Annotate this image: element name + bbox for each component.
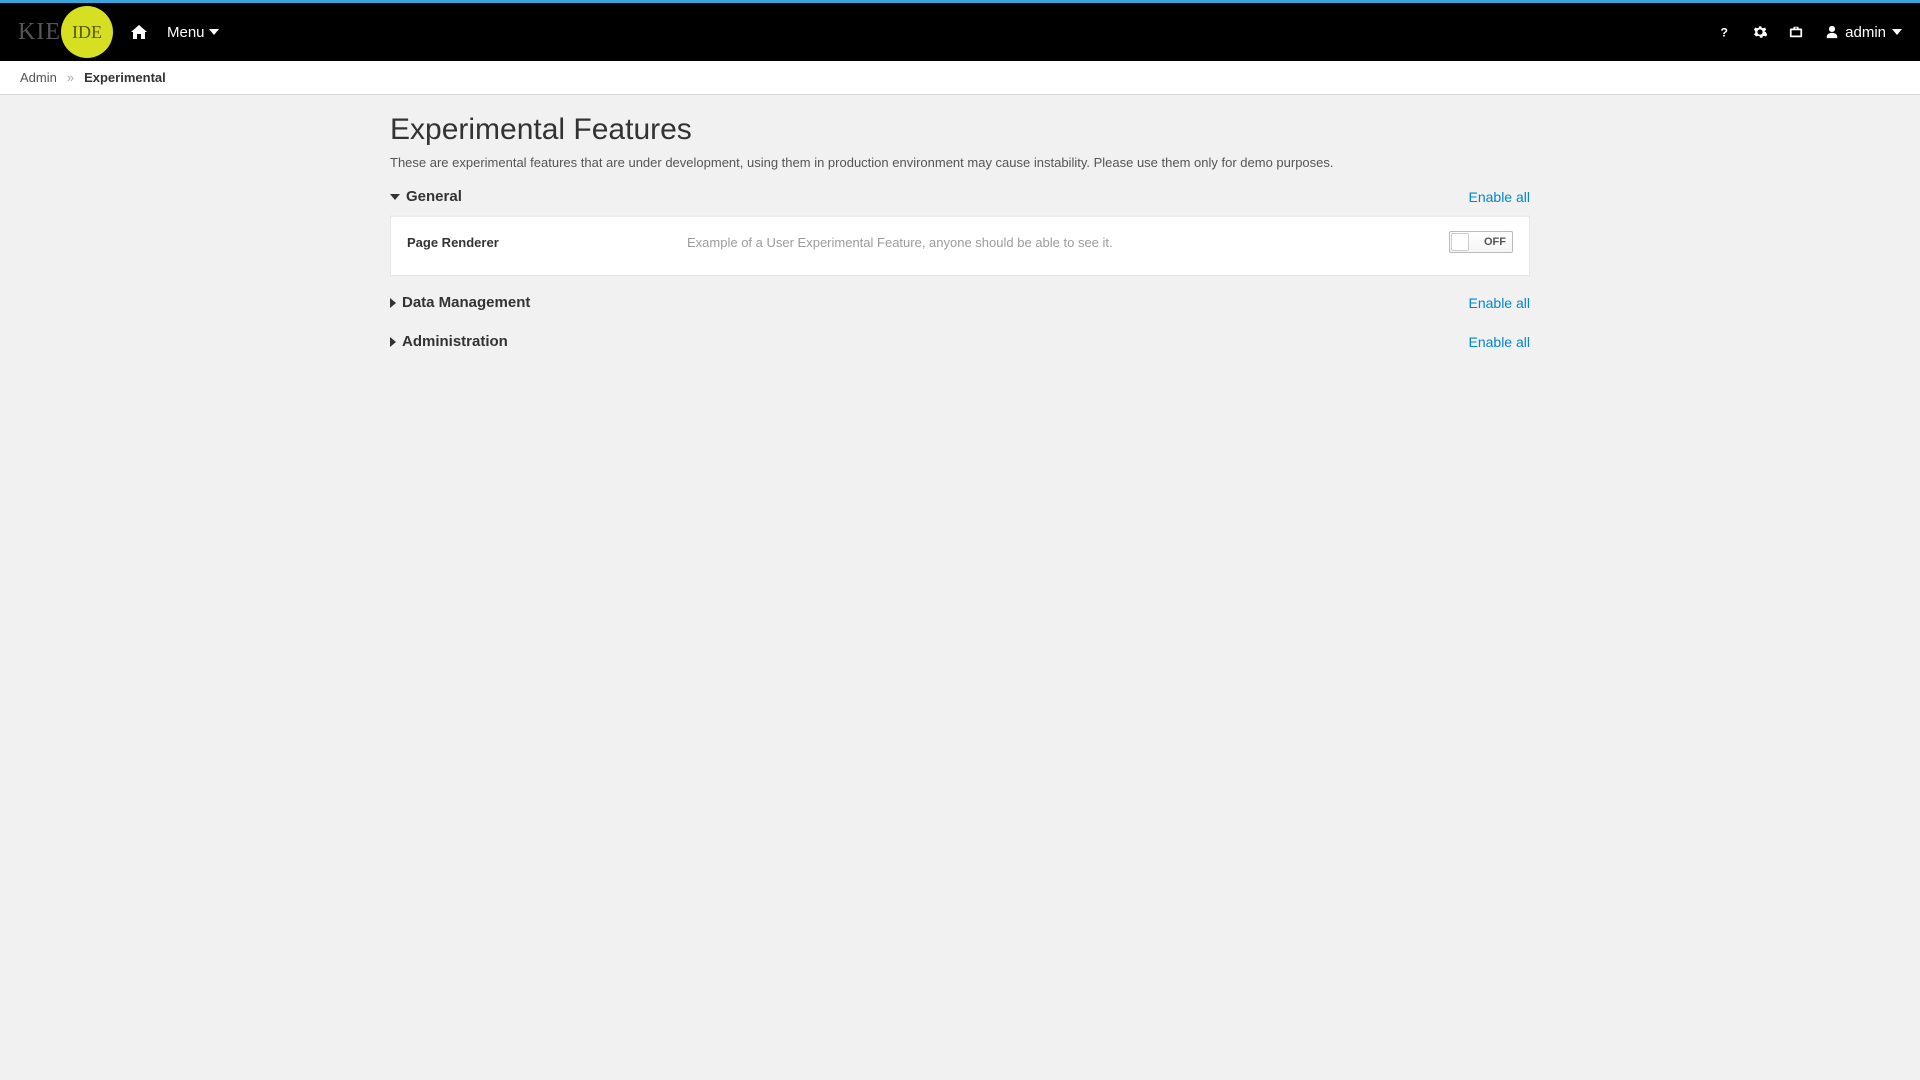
enable-all-general[interactable]: Enable all bbox=[1469, 189, 1531, 205]
brand-ide-text: IDE bbox=[72, 22, 102, 43]
chevron-down-icon bbox=[209, 27, 219, 37]
caret-down-icon bbox=[390, 194, 400, 200]
content-container: Experimental Features These are experime… bbox=[390, 113, 1530, 368]
brand-ide-badge: IDE bbox=[61, 6, 113, 58]
nav-left: Menu bbox=[131, 24, 219, 41]
enable-all-data-management[interactable]: Enable all bbox=[1469, 295, 1531, 311]
user-icon bbox=[1825, 25, 1839, 39]
home-icon[interactable] bbox=[131, 24, 147, 40]
brand-logo[interactable]: KIE IDE bbox=[18, 6, 113, 58]
toggle-knob bbox=[1451, 233, 1469, 251]
menu-dropdown[interactable]: Menu bbox=[167, 24, 219, 41]
feature-description: Example of a User Experimental Feature, … bbox=[687, 235, 1433, 250]
page-title: Experimental Features bbox=[390, 113, 1530, 147]
navbar: KIE IDE Menu ? admin bbox=[0, 3, 1920, 61]
breadcrumb-separator: » bbox=[67, 70, 74, 85]
feature-name: Page Renderer bbox=[407, 235, 687, 250]
toggle-page-renderer[interactable]: OFF bbox=[1449, 231, 1513, 253]
user-label: admin bbox=[1845, 24, 1886, 41]
section-title-general: General bbox=[406, 188, 462, 205]
page-description: These are experimental features that are… bbox=[390, 155, 1530, 170]
section-header-general: General Enable all bbox=[390, 184, 1530, 209]
nav-right: ? admin bbox=[1717, 24, 1902, 41]
section-body-general: Page Renderer Example of a User Experime… bbox=[390, 215, 1530, 276]
user-dropdown[interactable]: admin bbox=[1825, 24, 1902, 41]
brand-kie-text: KIE bbox=[18, 19, 61, 46]
caret-right-icon bbox=[390, 298, 396, 308]
section-data-management: Data Management Enable all bbox=[390, 290, 1530, 315]
section-administration: Administration Enable all bbox=[390, 329, 1530, 354]
section-toggle-administration[interactable]: Administration bbox=[390, 333, 508, 350]
breadcrumb-current: Experimental bbox=[84, 70, 166, 85]
feature-toggle-wrap: OFF bbox=[1433, 231, 1513, 253]
section-header-administration: Administration Enable all bbox=[390, 329, 1530, 354]
svg-text:?: ? bbox=[1721, 25, 1728, 39]
toggle-label: OFF bbox=[1484, 236, 1506, 248]
enable-all-administration[interactable]: Enable all bbox=[1469, 334, 1531, 350]
main-content: Experimental Features These are experime… bbox=[0, 95, 1920, 368]
breadcrumb: Admin » Experimental bbox=[0, 61, 1920, 95]
chevron-down-icon bbox=[1892, 27, 1902, 37]
feature-row-page-renderer: Page Renderer Example of a User Experime… bbox=[407, 231, 1513, 253]
section-general: General Enable all Page Renderer Example… bbox=[390, 184, 1530, 276]
help-icon[interactable]: ? bbox=[1717, 25, 1731, 39]
section-title-data-management: Data Management bbox=[402, 294, 530, 311]
section-toggle-data-management[interactable]: Data Management bbox=[390, 294, 530, 311]
breadcrumb-root[interactable]: Admin bbox=[20, 70, 57, 85]
section-header-data-management: Data Management Enable all bbox=[390, 290, 1530, 315]
section-title-administration: Administration bbox=[402, 333, 508, 350]
menu-label: Menu bbox=[167, 24, 205, 41]
section-toggle-general[interactable]: General bbox=[390, 188, 462, 205]
gear-icon[interactable] bbox=[1753, 25, 1767, 39]
caret-right-icon bbox=[390, 337, 396, 347]
briefcase-icon[interactable] bbox=[1789, 25, 1803, 39]
